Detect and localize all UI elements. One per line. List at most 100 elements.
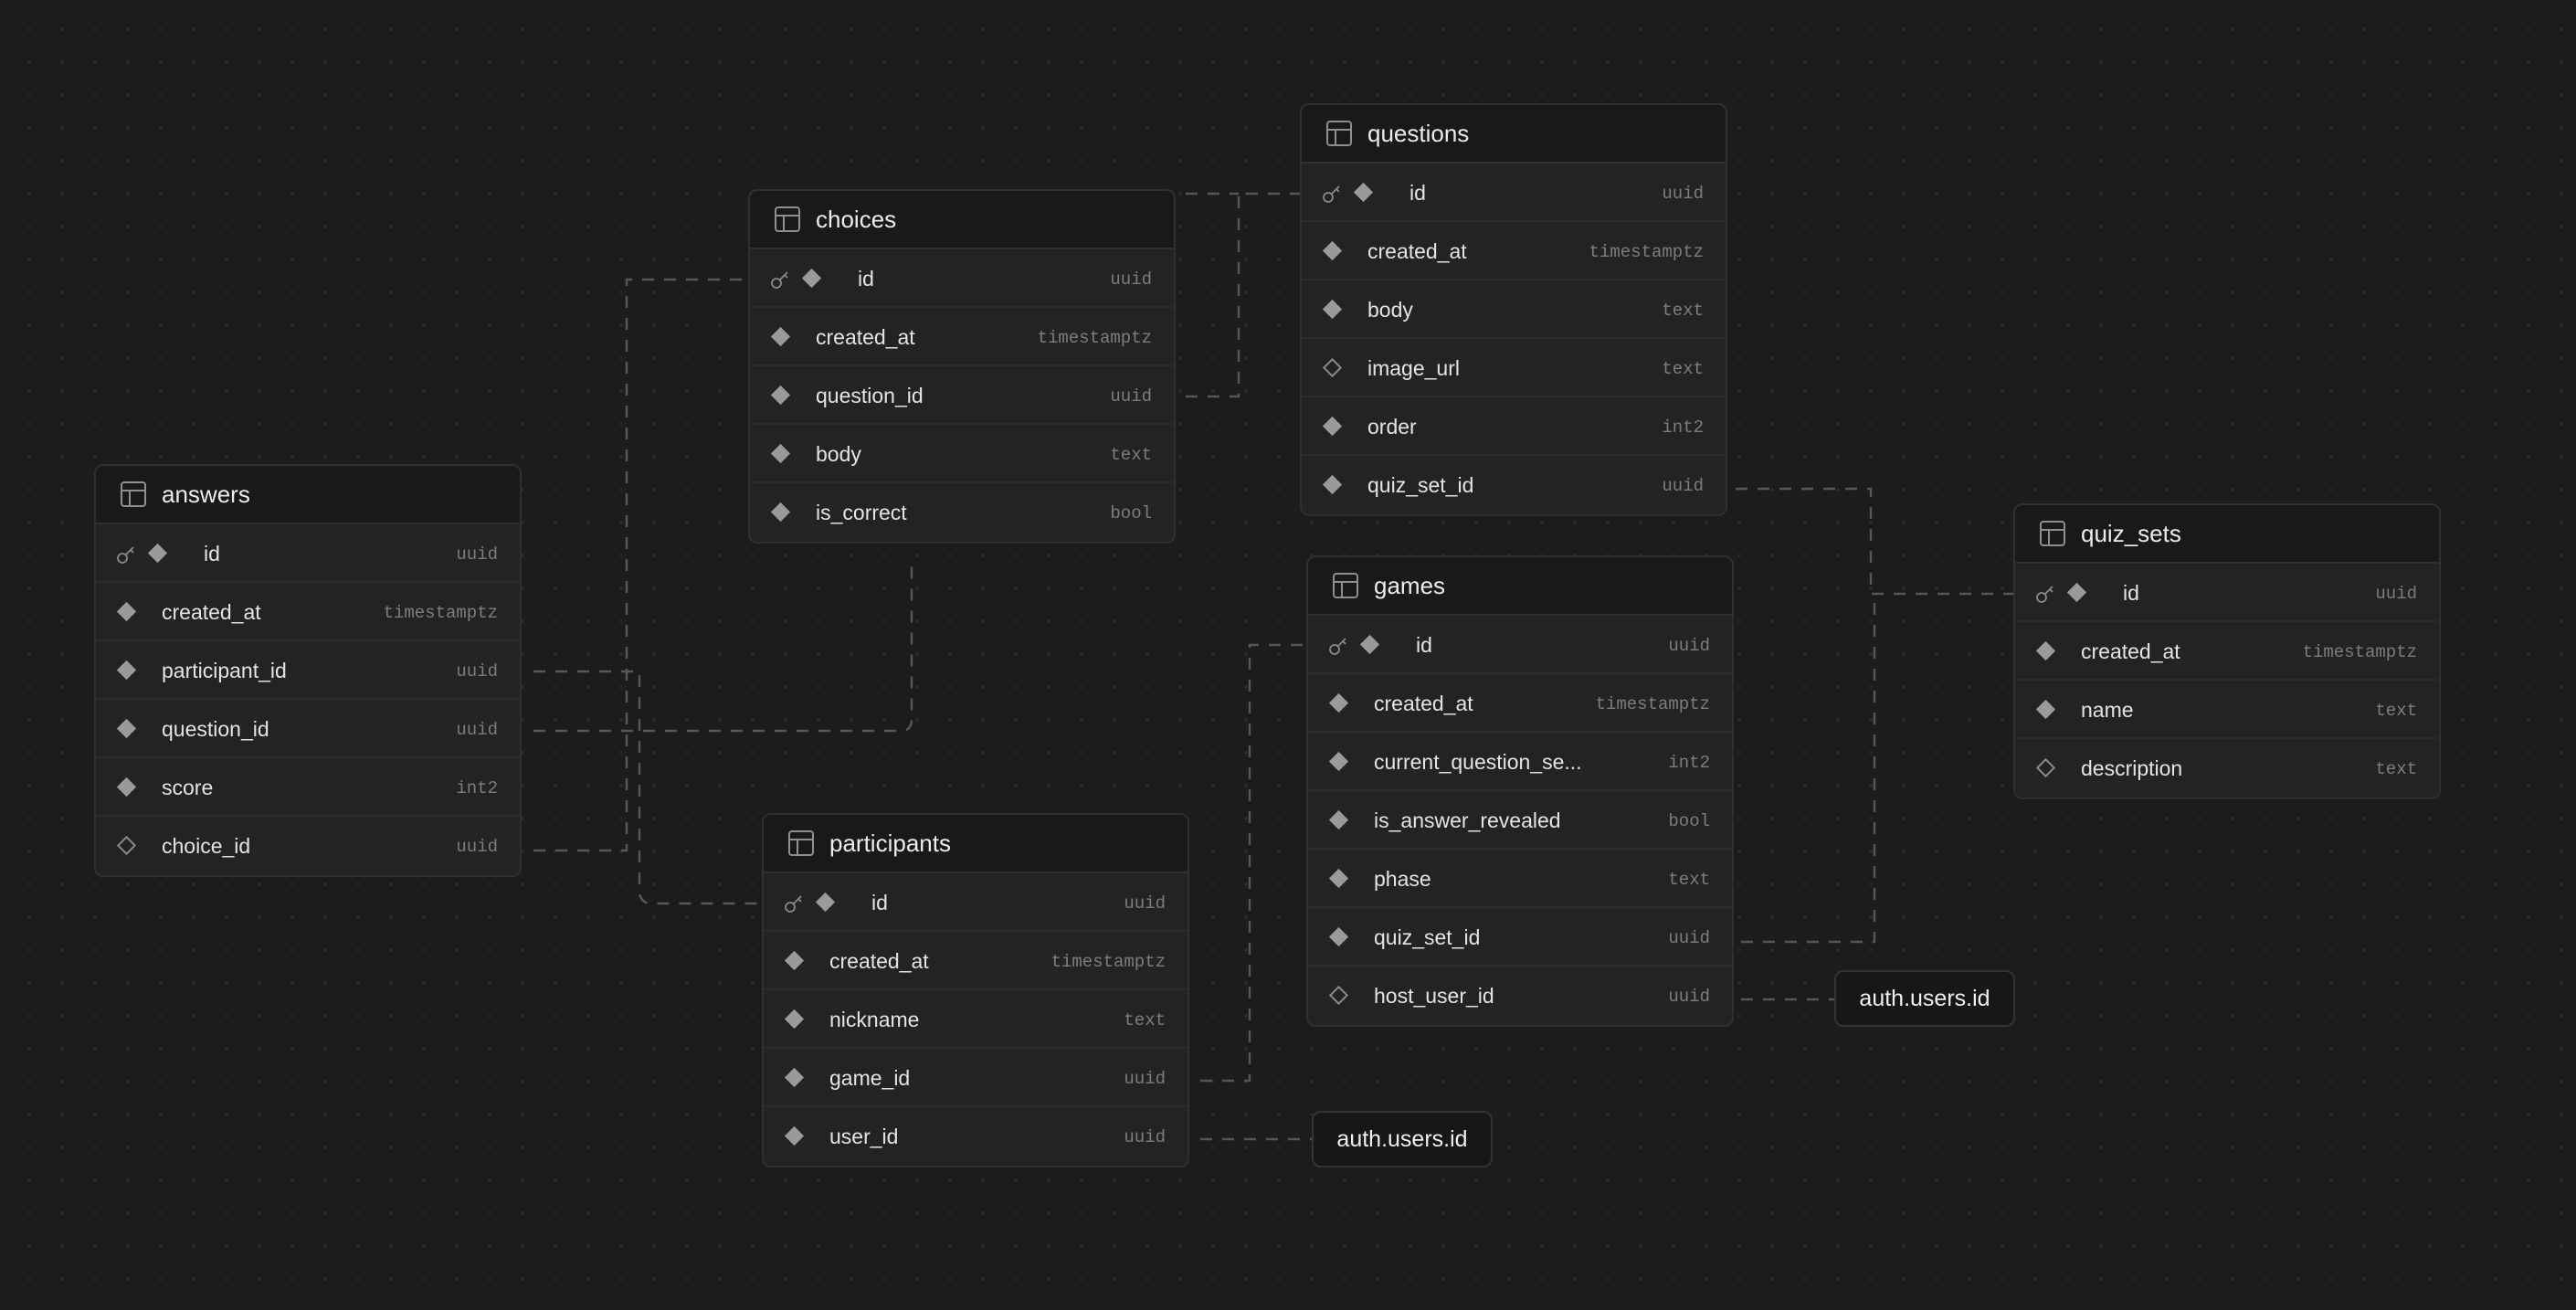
column-row[interactable]: host_user_id uuid bbox=[1308, 967, 1732, 1025]
required-diamond-icon bbox=[801, 268, 822, 289]
column-name: description bbox=[2081, 756, 2183, 780]
column-row[interactable]: nickname text bbox=[764, 990, 1188, 1049]
column-name: nickname bbox=[829, 1008, 920, 1031]
table-title: games bbox=[1374, 571, 1446, 599]
column-name: id bbox=[858, 267, 874, 291]
column-type: timestamptz bbox=[1050, 952, 1166, 972]
column-row[interactable]: is_correct bool bbox=[750, 483, 1174, 542]
required-diamond-icon bbox=[1328, 692, 1349, 713]
column-type: uuid bbox=[1110, 386, 1152, 407]
column-row[interactable]: created_at timestamptz bbox=[2015, 622, 2439, 681]
column-row[interactable]: created_at timestamptz bbox=[1302, 222, 1726, 280]
column-name: id bbox=[204, 542, 220, 565]
auth-users-ref-participants[interactable]: auth.users.id bbox=[1312, 1111, 1493, 1167]
column-name: phase bbox=[1374, 867, 1431, 891]
column-type: uuid bbox=[1668, 636, 1710, 656]
required-diamond-icon bbox=[815, 892, 836, 913]
column-row[interactable]: question_id uuid bbox=[750, 366, 1174, 425]
primary-key-icon bbox=[771, 271, 788, 289]
column-type: uuid bbox=[456, 544, 498, 565]
relation-answers-participant-to-participants bbox=[533, 670, 758, 905]
column-row[interactable]: quiz_set_id uuid bbox=[1308, 908, 1732, 967]
column-row[interactable]: participant_id uuid bbox=[96, 641, 520, 700]
table-icon bbox=[775, 206, 800, 232]
table-choices[interactable]: choices id uuid created_at timestamptz quest… bbox=[748, 189, 1176, 544]
column-name: id bbox=[2123, 581, 2139, 605]
column-type: text bbox=[2375, 759, 2417, 779]
column-type: uuid bbox=[1124, 1069, 1166, 1089]
table-title: participants bbox=[829, 829, 951, 857]
column-type: uuid bbox=[456, 720, 498, 740]
table-title: answers bbox=[162, 480, 250, 508]
table-header[interactable]: answers bbox=[96, 466, 520, 524]
column-type: text bbox=[1110, 445, 1152, 465]
column-row[interactable]: id uuid bbox=[1302, 164, 1726, 222]
relation-participants-game-to-games bbox=[1200, 643, 1310, 1083]
column-row[interactable]: body text bbox=[1302, 280, 1726, 339]
column-row[interactable]: id uuid bbox=[764, 873, 1188, 932]
table-quiz-sets[interactable]: quiz_sets id uuid created_at timestamptz nam… bbox=[2013, 503, 2441, 799]
column-type: uuid bbox=[2375, 584, 2417, 604]
column-type: text bbox=[1662, 359, 1704, 379]
table-header[interactable]: quiz_sets bbox=[2015, 505, 2439, 564]
column-type: uuid bbox=[1110, 269, 1152, 290]
required-diamond-icon bbox=[1328, 868, 1349, 889]
column-row[interactable]: is_answer_revealed bool bbox=[1308, 791, 1732, 850]
column-row[interactable]: quiz_set_id uuid bbox=[1302, 456, 1726, 514]
table-answers[interactable]: answers id uuid created_at timestamptz parti… bbox=[94, 464, 522, 877]
column-row[interactable]: user_id uuid bbox=[764, 1107, 1188, 1166]
column-row[interactable]: order int2 bbox=[1302, 397, 1726, 456]
column-row[interactable]: created_at timestamptz bbox=[764, 932, 1188, 990]
required-diamond-icon bbox=[770, 502, 791, 523]
column-name: created_at bbox=[162, 600, 261, 624]
column-type: text bbox=[1124, 1010, 1166, 1030]
column-row[interactable]: game_id uuid bbox=[764, 1049, 1188, 1107]
column-row[interactable]: image_url text bbox=[1302, 339, 1726, 397]
column-type: timestamptz bbox=[1037, 328, 1152, 348]
column-name: order bbox=[1367, 415, 1417, 438]
column-row[interactable]: body text bbox=[750, 425, 1174, 483]
column-type: timestamptz bbox=[1589, 242, 1704, 262]
table-icon bbox=[788, 830, 814, 856]
column-row[interactable]: id uuid bbox=[750, 249, 1174, 308]
column-row[interactable]: current_question_se... int2 bbox=[1308, 733, 1732, 791]
nullable-diamond-icon bbox=[116, 835, 137, 856]
column-row[interactable]: question_id uuid bbox=[96, 700, 520, 758]
required-diamond-icon bbox=[1353, 182, 1374, 203]
column-row[interactable]: choice_id uuid bbox=[96, 817, 520, 875]
column-name: is_correct bbox=[816, 501, 907, 524]
table-header[interactable]: participants bbox=[764, 815, 1188, 873]
table-participants[interactable]: participants id uuid created_at timestamptz… bbox=[762, 813, 1189, 1167]
column-row[interactable]: id uuid bbox=[1308, 616, 1732, 674]
column-type: timestamptz bbox=[2302, 642, 2417, 662]
required-diamond-icon bbox=[784, 950, 805, 971]
column-type: text bbox=[1662, 301, 1704, 321]
table-questions[interactable]: questions id uuid created_at timestamptz bod… bbox=[1300, 103, 1727, 516]
column-type: int2 bbox=[1662, 417, 1704, 438]
table-header[interactable]: games bbox=[1308, 557, 1732, 616]
column-name: created_at bbox=[2081, 639, 2180, 663]
required-diamond-icon bbox=[1322, 474, 1343, 495]
column-type: uuid bbox=[456, 661, 498, 681]
column-row[interactable]: created_at timestamptz bbox=[96, 583, 520, 641]
column-row[interactable]: id uuid bbox=[96, 524, 520, 583]
column-row[interactable]: created_at timestamptz bbox=[1308, 674, 1732, 733]
column-row[interactable]: created_at timestamptz bbox=[750, 308, 1174, 366]
table-header[interactable]: choices bbox=[750, 191, 1174, 249]
primary-key-icon bbox=[117, 546, 134, 564]
table-header[interactable]: questions bbox=[1302, 105, 1726, 164]
required-diamond-icon bbox=[1328, 926, 1349, 947]
column-row[interactable]: name text bbox=[2015, 681, 2439, 739]
column-row[interactable]: description text bbox=[2015, 739, 2439, 798]
column-row[interactable]: score int2 bbox=[96, 758, 520, 817]
table-icon bbox=[1326, 121, 1352, 146]
table-games[interactable]: games id uuid created_at timestamptz current… bbox=[1306, 555, 1734, 1027]
schema-canvas[interactable]: questions id uuid created_at timestamptz bod… bbox=[0, 0, 2576, 1310]
column-row[interactable]: phase text bbox=[1308, 850, 1732, 908]
column-row[interactable]: id uuid bbox=[2015, 564, 2439, 622]
column-name: name bbox=[2081, 698, 2134, 722]
relation-games-quizset-to-quizsets bbox=[1741, 594, 1876, 944]
column-name: created_at bbox=[1367, 239, 1467, 263]
column-type: uuid bbox=[1662, 184, 1704, 204]
auth-users-ref-games[interactable]: auth.users.id bbox=[1834, 970, 2015, 1027]
